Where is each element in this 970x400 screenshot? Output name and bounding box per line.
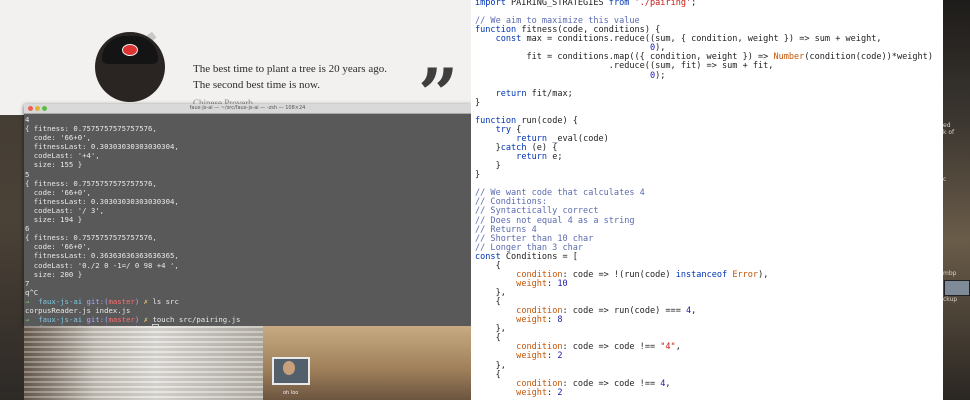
- code-line: 0);: [649, 70, 666, 81]
- terminal-line: fitnessLast: 0.30303030303030304,: [25, 196, 179, 206]
- code-line: }: [475, 170, 481, 181]
- terminal-line: 4: [25, 115, 30, 124]
- quote-line-1: The best time to plant a tree is 20 year…: [193, 63, 387, 75]
- strip-label: mbp: [943, 270, 957, 277]
- terminal-output[interactable]: 4{ fitness: 0.7575757575757576, code: '6…: [24, 114, 471, 335]
- strip-label: c: [943, 176, 947, 183]
- ls-output: corpusReader.js index.js: [25, 305, 131, 315]
- background-window-strip: [943, 0, 970, 400]
- terminal-line: fitnessLast: 0.30303030303030304,: [25, 142, 179, 152]
- code-line: }: [475, 97, 481, 108]
- terminal-title: faux-js-ai — ~/src/faux-js-ai — -zsh — 1…: [189, 105, 306, 111]
- code-content[interactable]: import PAIRING_STRATEGIES from './pairin…: [475, 0, 933, 398]
- webcam-feed: [24, 326, 263, 400]
- strip-thumbnail: [944, 280, 970, 296]
- terminal-window[interactable]: faux-js-ai — ~/src/faux-js-ai — -zsh — 1…: [24, 104, 471, 335]
- terminal-line: fitnessLast: 0.36363636363636365,: [25, 251, 179, 261]
- terminal-line: code: '66+0',: [25, 187, 91, 197]
- code-line: return fit/max;: [495, 88, 573, 99]
- terminal-line: codeLast: '/ 3',: [25, 205, 105, 215]
- thumbnail-face: [283, 361, 295, 375]
- terminal-line: codeLast: '0./2 0 -1=/ 0 98 +4 ',: [25, 260, 179, 270]
- terminal-line: 7: [25, 278, 30, 288]
- strip-label: ckup: [943, 296, 958, 303]
- terminal-line: code: '66+0',: [25, 242, 91, 252]
- code-line: import PAIRING_STRATEGIES from './pairin…: [475, 0, 697, 8]
- terminal-line: size: 194 }: [25, 215, 83, 225]
- code-editor[interactable]: import PAIRING_STRATEGIES from './pairin…: [471, 0, 943, 400]
- terminal-line: 6: [25, 224, 30, 234]
- hat-logo-icon: [122, 44, 138, 56]
- terminal-line: q^C: [25, 287, 39, 297]
- terminal-line: size: 200 }: [25, 269, 83, 279]
- quote-line-2: The second best time is now.: [193, 79, 320, 91]
- terminal-line: 5: [25, 169, 30, 179]
- prompt-line: → faux-js-ai git:(master) ✗ ls src: [25, 296, 179, 306]
- terminal-line: code: '66+0',: [25, 133, 91, 143]
- command-text: ls src: [152, 296, 179, 306]
- terminal-titlebar[interactable]: faux-js-ai — ~/src/faux-js-ai — -zsh — 1…: [24, 104, 471, 114]
- code-line: weight: 2: [516, 387, 563, 398]
- terminal-line: { fitness: 0.7575757575757576,: [25, 178, 157, 188]
- strip-label: ed: [943, 122, 951, 129]
- terminal-line: { fitness: 0.7575757575757576,: [25, 124, 157, 134]
- prompt-line: → faux-js-ai git:(master) ✗ touch src/pa…: [25, 315, 241, 325]
- terminal-line: { fitness: 0.7575757575757576,: [25, 233, 157, 243]
- command-text: touch src/pairing.js: [152, 315, 241, 325]
- strip-label: k of: [943, 129, 955, 136]
- terminal-line: size: 155 }: [25, 160, 83, 170]
- thumbnail-label: oh loo: [283, 390, 299, 396]
- terminal-line: codeLast: '+4',: [25, 151, 100, 161]
- quote-webpage: “ The best time to plant a tree is 20 ye…: [0, 0, 471, 130]
